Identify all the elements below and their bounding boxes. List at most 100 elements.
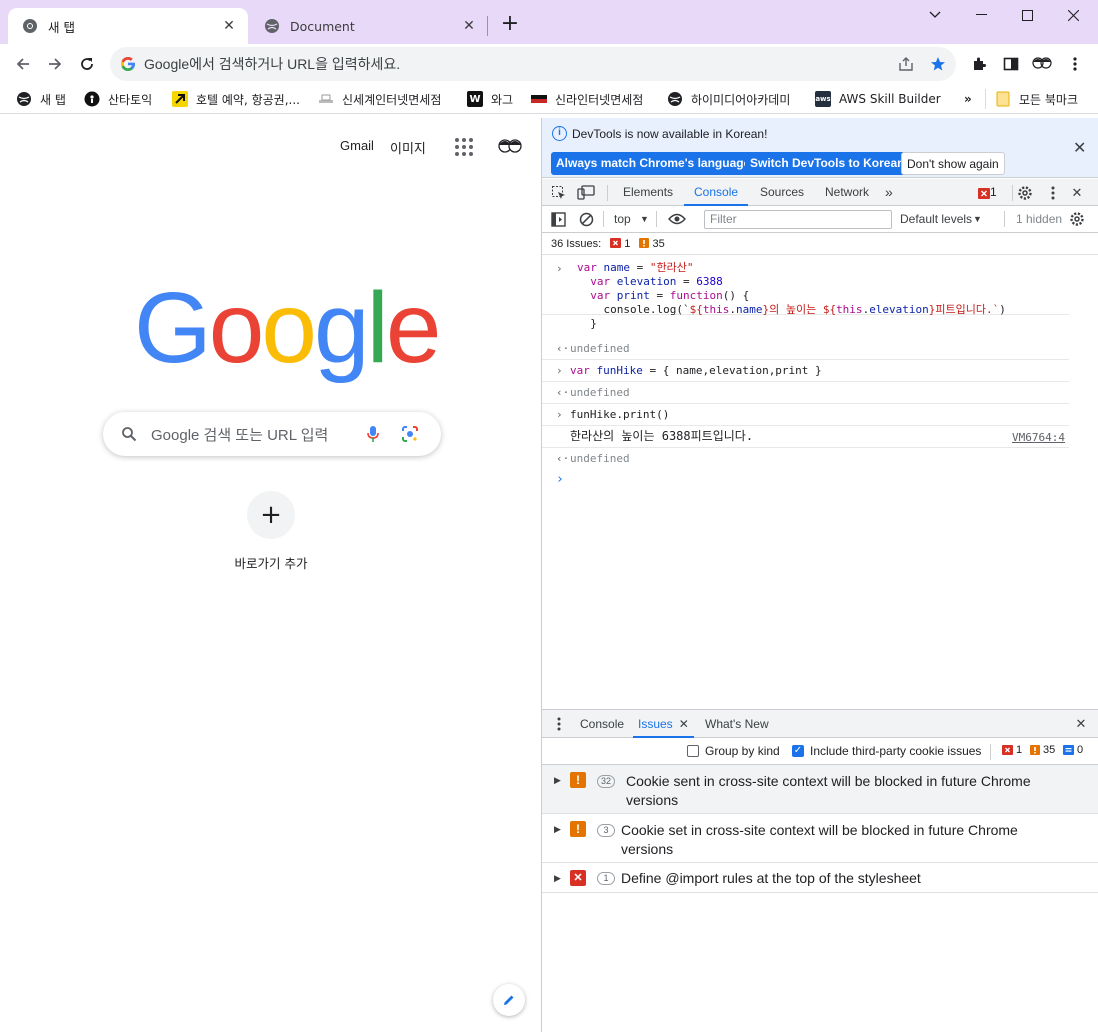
drawer-tab-whats-new[interactable]: What's New — [705, 710, 769, 738]
close-devtools-icon[interactable]: ✕ — [1068, 184, 1086, 202]
address-bar[interactable]: Google에서 검색하거나 URL을 입력하세요. — [110, 47, 956, 81]
maximize-button[interactable] — [1004, 0, 1050, 30]
back-button[interactable] — [9, 50, 37, 78]
bookmark-star-icon[interactable] — [928, 54, 948, 74]
issue-row[interactable]: ▶ ✕ 1 Define @import rules at the top of… — [542, 863, 1098, 893]
customize-pencil-icon[interactable] — [493, 984, 525, 1016]
tab-document[interactable]: Document ✕ — [250, 8, 488, 44]
apps-grid-icon[interactable] — [453, 136, 473, 156]
ntp-search-box[interactable]: Google 검색 또는 URL 입력 — [103, 412, 441, 456]
console-toolbar: top ▼ Filter Default levels ▼ 1 hidden — [542, 206, 1098, 233]
bookmark-new-tab[interactable]: 새 탭 — [16, 89, 66, 109]
logo-letter: g — [314, 272, 370, 384]
minimize-button[interactable] — [958, 0, 1004, 30]
bookmark-himedia[interactable]: 하이미디어아카데미 — [667, 89, 790, 109]
tab-title: 새 탭 — [48, 19, 75, 35]
tab-sources[interactable]: Sources — [760, 179, 804, 206]
account-avatar[interactable] — [497, 135, 523, 159]
dropdown-triangle-icon[interactable]: ▼ — [973, 214, 982, 224]
log-levels-dropdown[interactable]: Default levels — [900, 212, 972, 226]
mic-icon[interactable] — [366, 425, 380, 446]
drawer-tab-console[interactable]: Console — [580, 710, 624, 738]
customize-kebab-icon[interactable] — [1044, 184, 1062, 202]
inspect-element-icon[interactable] — [550, 184, 568, 202]
share-icon[interactable] — [896, 54, 916, 74]
issue-row[interactable]: ▶ ! 32 Cookie sent in cross-site context… — [542, 765, 1098, 814]
logo-letter: o — [261, 272, 317, 384]
tab-separator — [487, 16, 488, 36]
expand-triangle-icon[interactable]: ▶ — [554, 775, 561, 786]
live-expression-eye-icon[interactable] — [668, 210, 686, 228]
settings-gear-icon[interactable] — [1016, 184, 1034, 202]
drawer-tab-issues[interactable]: Issues ✕ — [633, 710, 694, 738]
devtools-infobar: i DevTools is now available in Korean! A… — [542, 118, 1098, 178]
issue-title: Cookie sent in cross-site context will b… — [626, 773, 1031, 789]
error-count[interactable]: 1 — [990, 179, 997, 206]
result-arrow-icon: ‹· — [556, 452, 570, 465]
menu-kebab-icon[interactable] — [1065, 54, 1085, 74]
bookmark-wag[interactable]: W 와그 — [467, 89, 513, 109]
profile-avatar[interactable] — [1032, 54, 1052, 74]
close-window-button[interactable] — [1050, 0, 1096, 30]
tab-console[interactable]: Console — [684, 179, 749, 206]
error-icon: ✕ — [570, 870, 586, 886]
more-tabs-icon[interactable]: » — [885, 179, 893, 206]
bookmark-santa[interactable]: 산타토익 — [84, 89, 152, 109]
drawer-menu-kebab-icon[interactable] — [550, 715, 568, 733]
add-shortcut-button[interactable]: + — [247, 491, 295, 539]
images-link[interactable]: 이미지 — [390, 138, 426, 157]
close-icon[interactable]: ✕ — [679, 717, 689, 731]
extensions-icon[interactable] — [969, 54, 989, 74]
clear-console-icon[interactable] — [577, 210, 595, 228]
reload-button[interactable] — [73, 50, 101, 78]
context-selector[interactable]: top — [614, 212, 631, 226]
console-prompt[interactable]: › — [556, 472, 564, 487]
logo-letter: l — [366, 272, 389, 384]
close-icon[interactable]: ✕ — [1073, 138, 1086, 158]
all-bookmarks-folder[interactable]: 모든 북마크 — [995, 89, 1078, 109]
issue-row[interactable]: ▶ ! 3 Cookie set in cross-site context w… — [542, 814, 1098, 863]
bookmark-shinsegae[interactable]: 신세계인터넷면세점 — [318, 89, 441, 109]
close-icon[interactable]: ✕ — [220, 17, 238, 35]
include-third-party-checkbox[interactable]: ✓ — [792, 745, 804, 757]
console-input-entry[interactable]: › funHike.print() — [542, 404, 1069, 426]
tab-new-tab[interactable]: 새 탭 ✕ — [8, 8, 248, 44]
side-panel-icon[interactable] — [1001, 54, 1021, 74]
expand-triangle-icon[interactable]: ▶ — [554, 873, 561, 884]
bookmark-hotel[interactable]: 호텔 예약, 항공권,... — [172, 89, 300, 109]
device-toolbar-icon[interactable] — [577, 184, 595, 202]
sidebar-toggle-icon[interactable] — [549, 210, 567, 228]
group-by-kind-checkbox[interactable] — [687, 745, 699, 757]
new-tab-button[interactable]: + — [498, 13, 522, 37]
infobar-message: DevTools is now available in Korean! — [572, 127, 768, 141]
search-placeholder: Google 검색 또는 URL 입력 — [151, 426, 329, 444]
console-input-entry[interactable]: › var name = "한라산" var elevation = 6388 … — [542, 256, 1069, 330]
issue-count: 3 — [597, 824, 615, 837]
tab-search-icon[interactable] — [912, 0, 958, 30]
bookmark-shilla[interactable]: 신라인터넷면세점 — [531, 89, 643, 109]
forward-button[interactable] — [41, 50, 69, 78]
console-input-entry[interactable]: › var funHike = { name,elevation,print } — [542, 360, 1069, 382]
source-link[interactable]: VM6764:4 — [1012, 431, 1065, 444]
bookmarks-overflow-button[interactable]: » — [964, 89, 972, 109]
close-icon[interactable]: ✕ — [460, 17, 478, 35]
devtools-tabs: Elements Console Sources Network » 1 ✕ — [542, 179, 1098, 206]
console-settings-gear-icon[interactable] — [1068, 210, 1086, 228]
gmail-link[interactable]: Gmail — [340, 138, 374, 153]
issues-summary[interactable]: 36 Issues: 1 35 — [542, 233, 1098, 255]
folder-icon — [995, 91, 1011, 107]
match-language-button[interactable]: Always match Chrome's language — [551, 152, 756, 175]
console-filter-input[interactable]: Filter — [704, 210, 892, 229]
bookmark-aws[interactable]: aws AWS Skill Builder — [815, 89, 941, 109]
expand-triangle-icon[interactable]: ▶ — [554, 824, 561, 835]
switch-korean-button[interactable]: Switch DevTools to Korean — [745, 152, 910, 175]
info-badge-icon — [1063, 744, 1074, 758]
tab-elements[interactable]: Elements — [623, 179, 673, 206]
dropdown-triangle-icon[interactable]: ▼ — [640, 214, 649, 224]
warning-badge-icon — [1030, 744, 1040, 758]
google-lens-icon[interactable] — [401, 425, 419, 446]
bookmarks-divider — [985, 89, 986, 109]
tab-network[interactable]: Network — [825, 179, 869, 206]
dont-show-again-button[interactable]: Don't show again — [901, 152, 1005, 175]
close-drawer-icon[interactable]: ✕ — [1072, 715, 1090, 733]
